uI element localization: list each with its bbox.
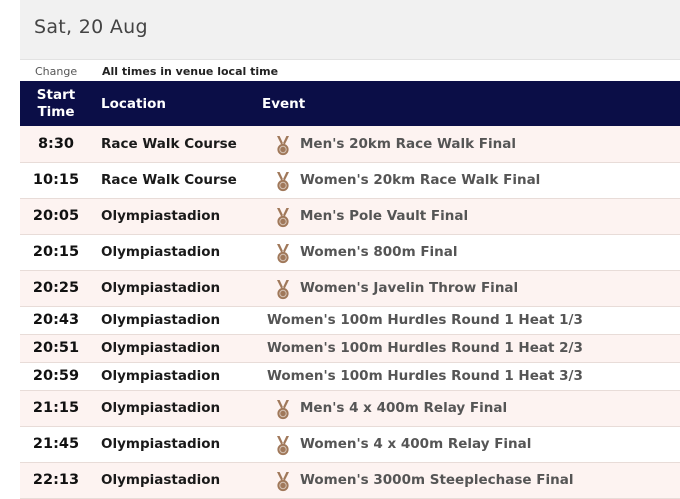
timezone-note: All times in venue local time xyxy=(102,65,279,78)
schedule-table: Start Time Location Event 8:30 Race Walk … xyxy=(20,81,680,499)
event-name: Women's 100m Hurdles Round 1 Heat 3/3 xyxy=(267,368,583,384)
row-start-time: 20:59 xyxy=(32,368,80,384)
column-header-location: Location xyxy=(101,95,166,112)
row-location: Olympiastadion xyxy=(101,400,221,416)
row-event[interactable]: Women's 800m Final xyxy=(259,234,680,270)
row-event[interactable]: Men's Pole Vault Final xyxy=(259,198,680,234)
event-name: Women's 3000m Steeplechase Final xyxy=(300,472,574,488)
column-header-start-time: Start Time xyxy=(20,81,92,126)
table-row[interactable]: 20:59 Olympiastadion Women's 100m Hurdles … xyxy=(20,362,680,390)
column-header-time-label: Time xyxy=(37,103,75,120)
row-event[interactable]: Women's Javelin Throw Final xyxy=(259,270,680,306)
medal-icon xyxy=(276,135,290,156)
event-name: Women's 4 x 400m Relay Final xyxy=(300,436,532,452)
row-start-time: 20:05 xyxy=(32,208,80,224)
row-location: Olympiastadion xyxy=(101,244,221,260)
table-header-row: Start Time Location Event xyxy=(20,81,680,126)
column-header-start-label: Start xyxy=(36,86,76,103)
medal-icon xyxy=(276,244,290,264)
table-row[interactable]: 8:30 Race Walk Course Men's 20km Race Walk… xyxy=(20,126,680,162)
row-start-time: 21:15 xyxy=(32,400,80,416)
row-event[interactable]: Men's 20km Race Walk Final xyxy=(259,126,680,162)
table-row[interactable]: 22:13 Olympiastadion Women's 3000m Steeple… xyxy=(20,462,680,498)
row-start-time: 20:51 xyxy=(32,340,80,356)
table-row[interactable]: 21:15 Olympiastadion Men's 4 x 400m Relay … xyxy=(20,390,680,426)
timezone-row: Change All times in venue local time xyxy=(20,62,680,80)
row-event[interactable]: Women's 100m Hurdles Round 1 Heat 2/3 xyxy=(259,334,680,362)
event-name: Women's 800m Final xyxy=(300,244,458,260)
table-row[interactable]: 20:25 Olympiastadion Women's Javelin Throw… xyxy=(20,270,680,306)
medal-icon xyxy=(276,208,290,228)
table-row[interactable]: 21:45 Olympiastadion Women's 4 x 400m Rela… xyxy=(20,426,680,462)
row-start-time: 10:15 xyxy=(32,172,80,188)
row-start-time: 22:13 xyxy=(32,472,80,488)
row-location: Olympiastadion xyxy=(101,436,221,452)
medal-icon xyxy=(276,280,290,300)
event-name: Men's 20km Race Walk Final xyxy=(300,135,516,152)
medal-icon xyxy=(276,472,290,492)
row-start-time: 20:43 xyxy=(32,312,80,328)
row-location: Olympiastadion xyxy=(101,280,221,296)
change-timezone-link[interactable]: Change xyxy=(35,65,77,78)
row-location: Olympiastadion xyxy=(101,312,221,328)
table-row[interactable]: 20:43 Olympiastadion Women's 100m Hurdles … xyxy=(20,306,680,334)
event-name: Men's 4 x 400m Relay Final xyxy=(300,400,508,416)
table-row[interactable]: 20:05 Olympiastadion Men's Pole Vault Fina… xyxy=(20,198,680,234)
event-name: Women's 100m Hurdles Round 1 Heat 2/3 xyxy=(267,340,583,356)
table-row[interactable]: 10:15 Race Walk Course Women's 20km Race W… xyxy=(20,162,680,198)
row-location: Olympiastadion xyxy=(101,340,221,356)
row-event[interactable]: Women's 3000m Steeplechase Final xyxy=(259,462,680,498)
row-start-time: 20:15 xyxy=(32,244,80,260)
date-header: Sat, 20 Aug xyxy=(20,0,680,60)
event-name: Men's Pole Vault Final xyxy=(300,208,469,224)
schedule-body: 8:30 Race Walk Course Men's 20km Race Walk… xyxy=(20,126,680,498)
event-name: Women's 100m Hurdles Round 1 Heat 1/3 xyxy=(267,312,583,328)
column-header-event: Event xyxy=(262,95,306,112)
row-location: Race Walk Course xyxy=(101,172,237,188)
row-location: Race Walk Course xyxy=(101,135,237,152)
row-start-time: 21:45 xyxy=(32,436,80,452)
event-name: Women's 20km Race Walk Final xyxy=(300,172,541,188)
medal-icon xyxy=(276,400,290,420)
row-event[interactable]: Men's 4 x 400m Relay Final xyxy=(259,390,680,426)
medal-icon xyxy=(276,172,290,192)
row-event[interactable]: Women's 100m Hurdles Round 1 Heat 3/3 xyxy=(259,362,680,390)
table-row[interactable]: 20:51 Olympiastadion Women's 100m Hurdles … xyxy=(20,334,680,362)
medal-icon xyxy=(276,436,290,456)
date-label: Sat, 20 Aug xyxy=(34,16,148,38)
row-start-time: 20:25 xyxy=(32,280,80,296)
row-location: Olympiastadion xyxy=(101,208,221,224)
row-event[interactable]: Women's 20km Race Walk Final xyxy=(259,162,680,198)
event-name: Women's Javelin Throw Final xyxy=(300,280,519,296)
table-row[interactable]: 20:15 Olympiastadion Women's 800m Final xyxy=(20,234,680,270)
row-event[interactable]: Women's 100m Hurdles Round 1 Heat 1/3 xyxy=(259,306,680,334)
row-event[interactable]: Women's 4 x 400m Relay Final xyxy=(259,426,680,462)
row-location: Olympiastadion xyxy=(101,472,221,488)
row-location: Olympiastadion xyxy=(101,368,221,384)
row-start-time: 8:30 xyxy=(37,135,75,152)
